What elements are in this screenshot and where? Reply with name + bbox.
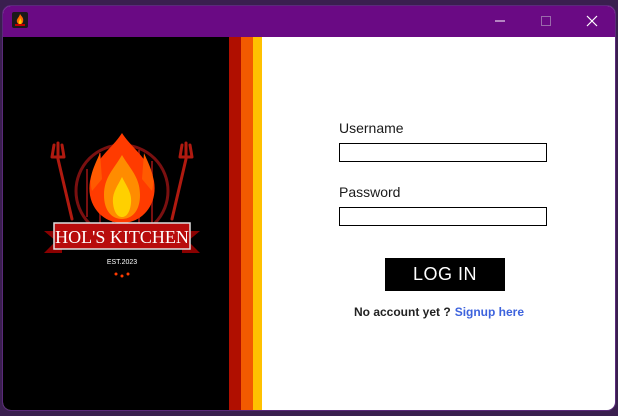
login-window: HOL'S KITCHEN EST.2023 Username Password…	[3, 6, 615, 410]
password-label: Password	[339, 184, 401, 200]
app-icon	[12, 12, 28, 28]
brand-logo: HOL'S KITCHEN EST.2023	[44, 133, 200, 278]
maximize-icon	[541, 16, 551, 26]
signup-row: No account yet ? Signup here	[354, 305, 524, 319]
minimize-icon	[495, 20, 505, 22]
stripe-yellow	[253, 37, 262, 410]
password-field[interactable]	[339, 207, 547, 226]
no-account-text: No account yet ?	[354, 305, 451, 319]
username-label: Username	[339, 120, 404, 136]
maximize-button[interactable]	[523, 6, 569, 37]
brand-established: EST.2023	[107, 259, 137, 266]
title-bar[interactable]	[3, 6, 615, 37]
close-icon	[586, 15, 598, 27]
stripe-red	[229, 37, 241, 410]
close-button[interactable]	[569, 6, 615, 37]
username-field[interactable]	[339, 143, 547, 162]
stripe-orange	[241, 37, 253, 410]
minimize-button[interactable]	[477, 6, 523, 37]
login-button[interactable]: LOG IN	[385, 258, 505, 291]
brand-name: HOL'S KITCHEN	[55, 227, 189, 247]
signup-link[interactable]: Signup here	[455, 305, 524, 319]
